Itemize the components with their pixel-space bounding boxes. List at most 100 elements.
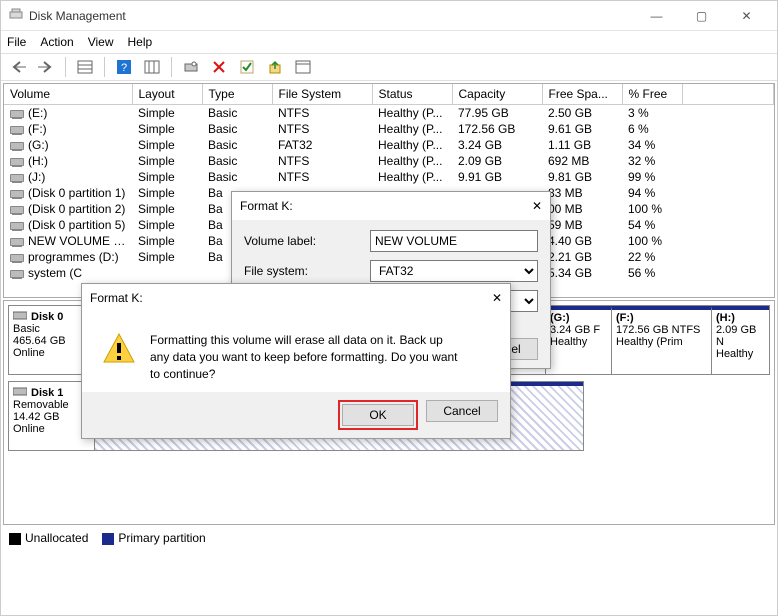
cell-capacity: 2.09 GB <box>452 153 542 169</box>
col-type[interactable]: Type <box>202 84 272 105</box>
disk-name: Disk 0 <box>31 311 63 323</box>
part-size: 172.56 GB NTFS <box>616 324 707 336</box>
partition-f[interactable]: (F:) 172.56 GB NTFS Healthy (Prim <box>611 306 711 374</box>
table-row[interactable]: (J:)SimpleBasicNTFSHealthy (P...9.91 GB9… <box>4 169 774 185</box>
file-system-select[interactable]: FAT32 <box>370 260 538 282</box>
part-status: Healthy <box>716 348 765 360</box>
volume-icon <box>10 238 24 246</box>
cell-layout: Simple <box>132 233 202 249</box>
volume-icon <box>10 222 24 230</box>
ok-highlight: OK <box>338 400 418 430</box>
menu-action[interactable]: Action <box>40 35 73 49</box>
minimize-button[interactable]: — <box>634 2 679 30</box>
cell-free: 2.21 GB <box>542 249 622 265</box>
cell-volume: (J:) <box>28 170 45 184</box>
back-icon[interactable] <box>7 56 29 78</box>
confirm-message: Formatting this volume will erase all da… <box>150 332 460 382</box>
disk-size: 465.64 GB <box>13 335 90 347</box>
menu-file[interactable]: File <box>7 35 26 49</box>
col-pct[interactable]: % Free <box>622 84 682 105</box>
title-bar: Disk Management — ▢ ✕ <box>1 1 777 31</box>
cell-status: Healthy (P... <box>372 121 452 137</box>
table-row[interactable]: (F:)SimpleBasicNTFSHealthy (P...172.56 G… <box>4 121 774 137</box>
confirm-ok-button[interactable]: OK <box>342 404 414 426</box>
cell-layout <box>132 265 202 281</box>
confirm-cancel-button[interactable]: Cancel <box>426 400 498 422</box>
check-icon[interactable] <box>236 56 258 78</box>
volume-icon <box>10 126 24 134</box>
cell-pct: 100 % <box>622 201 682 217</box>
cell-free: 9.81 GB <box>542 169 622 185</box>
cell-volume: (Disk 0 partition 2) <box>28 202 125 216</box>
close-icon[interactable]: ✕ <box>532 199 542 213</box>
table-row[interactable]: (E:)SimpleBasicNTFSHealthy (P...77.95 GB… <box>4 105 774 122</box>
col-free[interactable]: Free Spa... <box>542 84 622 105</box>
volume-icon <box>10 254 24 262</box>
table-row[interactable]: (H:)SimpleBasicNTFSHealthy (P...2.09 GB6… <box>4 153 774 169</box>
confirm-dialog-title: Format K: <box>90 291 143 305</box>
partition-h[interactable]: (H:) 2.09 GB N Healthy <box>711 306 769 374</box>
cell-fs: NTFS <box>272 105 372 122</box>
toolbar: ? <box>1 53 777 81</box>
partition-g[interactable]: (G:) 3.24 GB F Healthy <box>545 306 611 374</box>
volume-icon <box>10 190 24 198</box>
volume-label-label: Volume label: <box>244 234 364 248</box>
cell-fs: NTFS <box>272 121 372 137</box>
cell-layout: Simple <box>132 153 202 169</box>
table-row[interactable]: (G:)SimpleBasicFAT32Healthy (P...3.24 GB… <box>4 137 774 153</box>
menu-help[interactable]: Help <box>128 35 153 49</box>
cell-layout: Simple <box>132 137 202 153</box>
menu-view[interactable]: View <box>88 35 114 49</box>
cell-free: 00 MB <box>542 201 622 217</box>
col-status[interactable]: Status <box>372 84 452 105</box>
part-name: (F:) <box>616 312 707 324</box>
part-status: Healthy (Prim <box>616 336 707 348</box>
cell-fs: FAT32 <box>272 137 372 153</box>
cell-layout: Simple <box>132 169 202 185</box>
cell-type: Basic <box>202 153 272 169</box>
cell-volume: (Disk 0 partition 1) <box>28 186 125 200</box>
cell-type: Basic <box>202 169 272 185</box>
volume-icon <box>10 270 24 278</box>
col-layout[interactable]: Layout <box>132 84 202 105</box>
cell-capacity: 172.56 GB <box>452 121 542 137</box>
forward-icon[interactable] <box>35 56 57 78</box>
cell-volume: NEW VOLUME (K:) <box>28 234 132 248</box>
legend-label: Unallocated <box>25 531 88 545</box>
warning-icon <box>102 332 136 382</box>
cell-free: 83 MB <box>542 185 622 201</box>
properties-icon[interactable] <box>292 56 314 78</box>
help-icon[interactable]: ? <box>113 56 135 78</box>
app-icon <box>9 7 23 24</box>
settings-icon[interactable] <box>180 56 202 78</box>
close-icon[interactable]: ✕ <box>492 291 502 305</box>
window-title: Disk Management <box>29 9 126 23</box>
legend-label: Primary partition <box>118 531 205 545</box>
col-capacity[interactable]: Capacity <box>452 84 542 105</box>
cell-layout: Simple <box>132 249 202 265</box>
cell-type: Basic <box>202 105 272 122</box>
col-fs[interactable]: File System <box>272 84 372 105</box>
confirm-dialog: Format K: ✕ Formatting this volume will … <box>81 283 511 439</box>
cell-fs: NTFS <box>272 169 372 185</box>
arrow-up-icon[interactable] <box>264 56 286 78</box>
refresh-icon[interactable] <box>141 56 163 78</box>
cell-pct: 6 % <box>622 121 682 137</box>
cell-free: 2.50 GB <box>542 105 622 122</box>
cell-layout: Simple <box>132 201 202 217</box>
delete-icon[interactable] <box>208 56 230 78</box>
volume-icon <box>10 142 24 150</box>
legend-swatch-primary <box>102 533 114 545</box>
close-button[interactable]: ✕ <box>724 2 769 30</box>
cell-free: 1.11 GB <box>542 137 622 153</box>
col-volume[interactable]: Volume <box>4 84 132 105</box>
table-view-icon[interactable] <box>74 56 96 78</box>
disk-kind: Basic <box>13 323 90 335</box>
volume-label-input[interactable] <box>370 230 538 252</box>
maximize-button[interactable]: ▢ <box>679 2 724 30</box>
cell-capacity: 9.91 GB <box>452 169 542 185</box>
disk-icon <box>13 310 27 323</box>
disk-icon <box>13 386 27 399</box>
cell-volume: (E:) <box>28 106 47 120</box>
cell-free: 4.40 GB <box>542 233 622 249</box>
